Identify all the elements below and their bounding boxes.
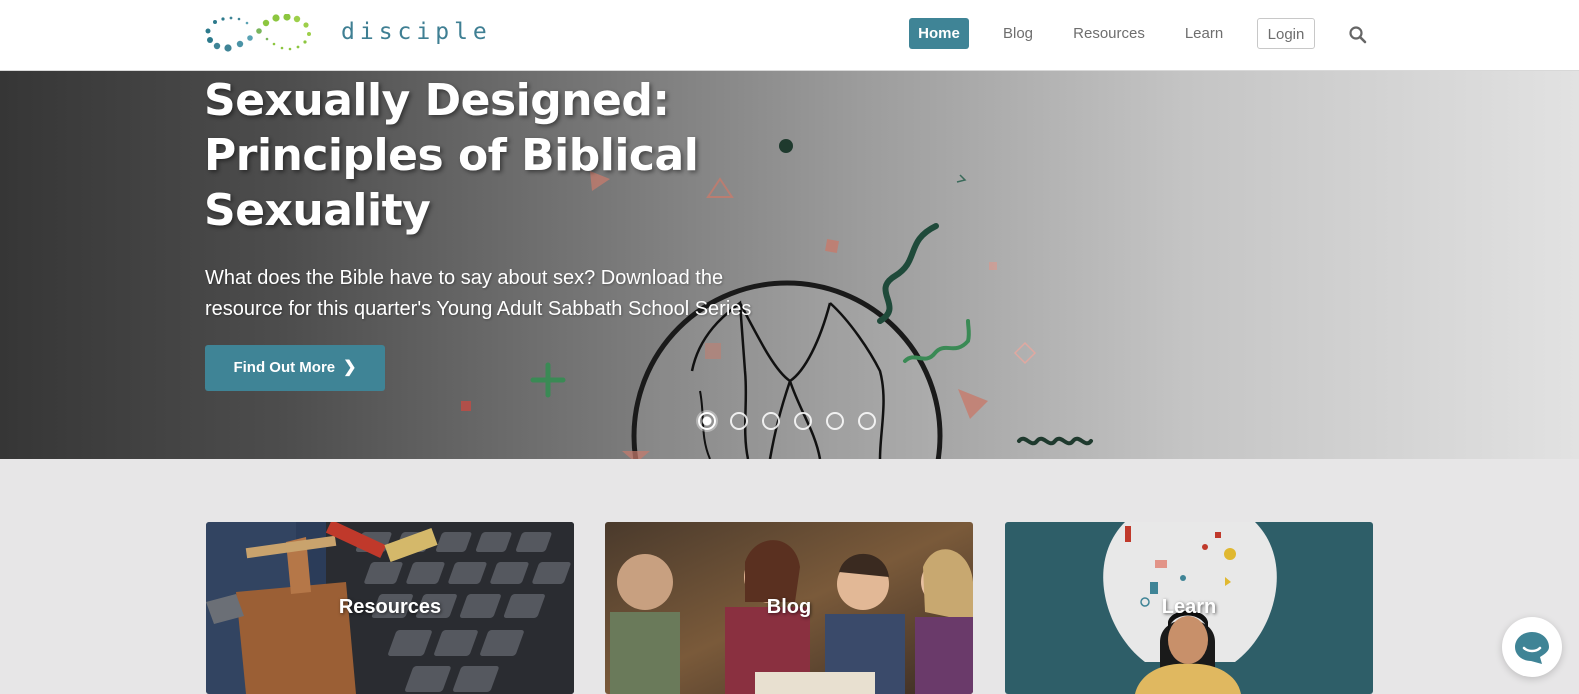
site-logo[interactable]: disciple xyxy=(204,14,487,54)
carousel-dot-4[interactable] xyxy=(794,412,812,430)
search-icon[interactable] xyxy=(1348,25,1368,45)
resources-card-label: Resources xyxy=(338,596,442,618)
blog-card[interactable]: Blog xyxy=(605,522,973,694)
chevron-right-icon: ❯ xyxy=(343,359,357,376)
resources-card[interactable]: Resources xyxy=(206,522,574,694)
find-out-more-label: Find Out More xyxy=(233,359,336,376)
learn-card[interactable]: Learn xyxy=(1005,522,1373,694)
learn-card-label: Learn xyxy=(1161,596,1217,618)
nav-resources[interactable]: Resources xyxy=(1066,18,1152,49)
hero-title: Sexually Designed: Principles of Biblica… xyxy=(204,75,699,236)
logo-infinity-icon xyxy=(205,14,311,52)
carousel-dot-2[interactable] xyxy=(730,412,748,430)
carousel-dot-6[interactable] xyxy=(858,412,876,430)
nav-home[interactable]: Home xyxy=(909,18,969,49)
hero-subtitle: What does the Bible have to say about se… xyxy=(205,267,752,320)
nav-learn[interactable]: Learn xyxy=(1176,18,1232,49)
find-out-more-button[interactable]: Find Out More ❯ xyxy=(205,345,385,391)
blog-card-label: Blog xyxy=(766,596,812,618)
site-header: disciple Home Blog Resources Learn Login xyxy=(0,0,1579,71)
logo-text: disciple xyxy=(341,19,492,45)
carousel-dot-5[interactable] xyxy=(826,412,844,430)
hero-banner: Sexually Designed: Principles of Biblica… xyxy=(0,71,1579,459)
carousel-dot-1[interactable] xyxy=(698,412,716,430)
chat-button[interactable] xyxy=(1502,617,1562,677)
carousel-dot-3[interactable] xyxy=(762,412,780,430)
login-button[interactable]: Login xyxy=(1257,18,1315,49)
nav-blog[interactable]: Blog xyxy=(993,18,1043,49)
chat-bubble-icon xyxy=(1515,632,1549,664)
